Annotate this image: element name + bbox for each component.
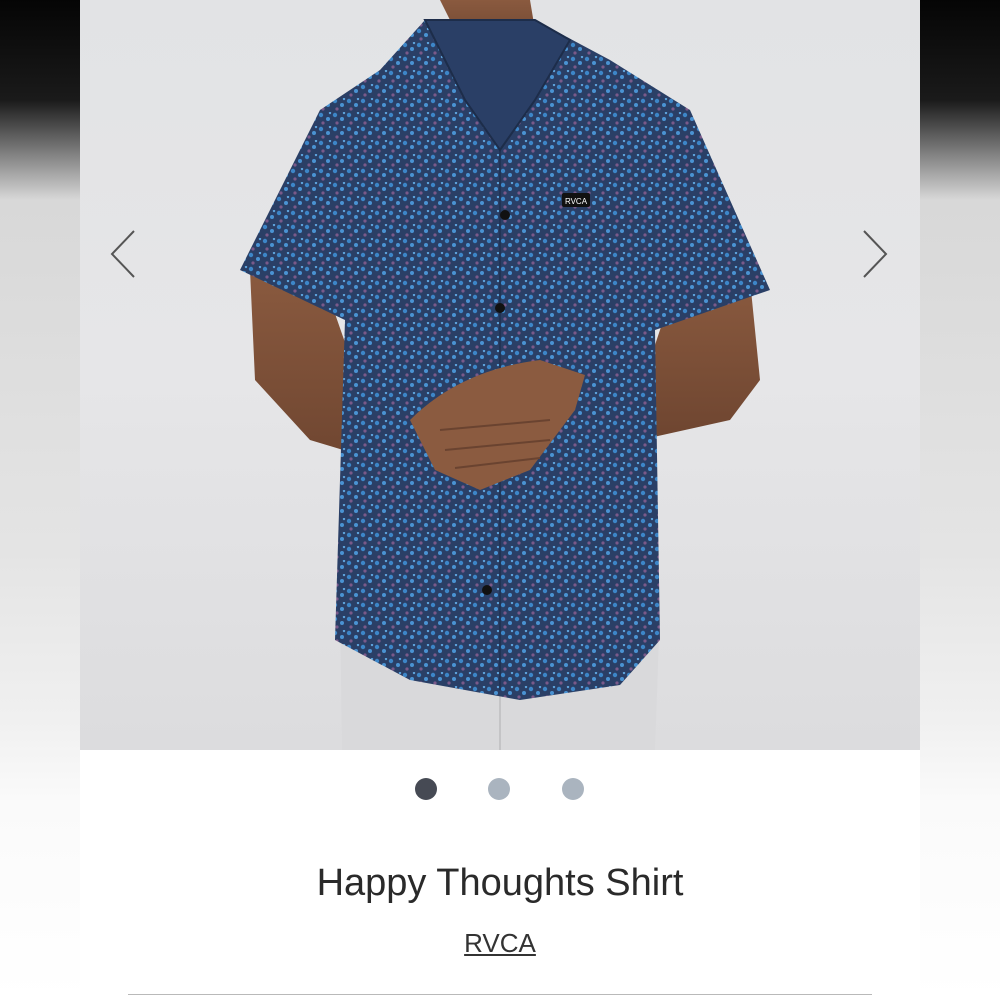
product-image[interactable]: RVCA <box>80 0 920 750</box>
backdrop-left <box>0 0 80 1000</box>
brand-link[interactable]: RVCA <box>80 928 920 959</box>
prev-image-button[interactable] <box>108 228 138 280</box>
carousel-indicators <box>80 778 920 800</box>
carousel-dot[interactable] <box>562 778 584 800</box>
next-image-button[interactable] <box>860 228 890 280</box>
backdrop-right <box>920 0 1000 1000</box>
chevron-right-icon <box>863 230 888 278</box>
chevron-left-icon <box>110 230 135 278</box>
carousel-dot[interactable] <box>415 778 437 800</box>
carousel-dot[interactable] <box>488 778 510 800</box>
product-card: RVCA Happy Thoughts Shirt RVCA <box>80 0 920 1000</box>
shirt-model-illustration: RVCA <box>240 0 770 750</box>
shirt-brand-label: RVCA <box>565 197 588 206</box>
product-title: Happy Thoughts Shirt <box>316 862 684 904</box>
divider <box>128 994 872 995</box>
